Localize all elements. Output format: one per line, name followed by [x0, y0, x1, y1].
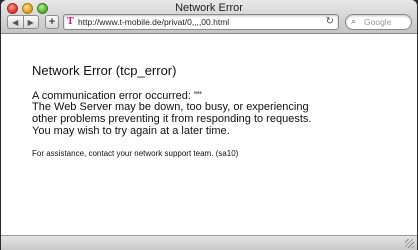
- search-icon: ⌕: [351, 16, 357, 26]
- search-placeholder: Google: [364, 17, 392, 27]
- t-mobile-favicon-icon: T: [67, 16, 74, 27]
- error-heading: Network Error (tcp_error): [32, 63, 177, 78]
- add-bookmark-button[interactable]: +: [45, 15, 59, 29]
- title-bar: Network Error ◀ ▶ + T http://www.t-mobil…: [1, 0, 417, 34]
- back-arrow-icon: ◀: [12, 17, 19, 27]
- forward-button[interactable]: ▶: [22, 16, 39, 28]
- plus-icon: +: [48, 16, 56, 28]
- address-bar[interactable]: T http://www.t-mobile.de/privat/0,,,,00.…: [63, 14, 339, 30]
- status-bar: [1, 235, 417, 250]
- nav-buttons: ◀ ▶: [7, 15, 39, 29]
- reload-icon[interactable]: ↻: [326, 16, 334, 27]
- browser-window: Network Error ◀ ▶ + T http://www.t-mobil…: [1, 0, 417, 250]
- forward-arrow-icon: ▶: [27, 17, 34, 27]
- page-content: Network Error (tcp_error) A communicatio…: [1, 35, 417, 235]
- url-text[interactable]: http://www.t-mobile.de/privat/0,,,,00.ht…: [78, 17, 229, 27]
- search-field[interactable]: ⌕ Google: [345, 14, 412, 30]
- window-title: Network Error: [175, 2, 243, 14]
- resize-grip-icon[interactable]: [405, 239, 414, 248]
- back-button[interactable]: ◀: [8, 16, 23, 28]
- assistance-text: For assistance, contact your network sup…: [32, 149, 239, 158]
- error-description: The Web Server may be down, too busy, or…: [32, 101, 312, 137]
